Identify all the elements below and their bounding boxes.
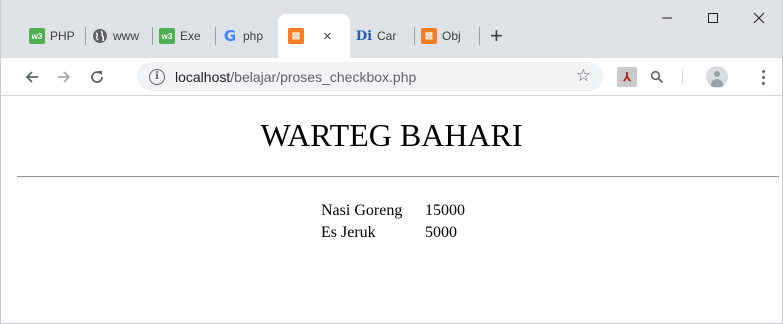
item-name: Es Jeruk: [321, 224, 376, 241]
w3schools-icon: w3: [29, 28, 45, 44]
close-icon: [753, 12, 765, 24]
minimize-icon: [662, 17, 672, 19]
xampp-icon: ⊠: [421, 28, 437, 44]
tab-title: php: [243, 29, 264, 43]
reload-icon: [91, 71, 103, 83]
tab-car[interactable]: Di Car: [350, 20, 414, 52]
close-window-button[interactable]: [736, 0, 782, 36]
profile-avatar-icon[interactable]: [706, 66, 728, 88]
tab-title: Exe: [180, 29, 201, 43]
dicoding-icon: Di: [355, 28, 373, 44]
back-arrow-icon: [25, 71, 38, 83]
tab-title: PHP: [50, 29, 75, 43]
browser-window: w3 PHP www w3 Exe G php ⊠ × Di Car ⊠ Obj…: [0, 0, 783, 324]
back-button[interactable]: [19, 64, 45, 90]
tab-php-google[interactable]: G php: [216, 20, 278, 52]
page-title: WARTEG BAHARI: [260, 117, 523, 153]
tab-php[interactable]: w3 PHP: [23, 20, 85, 52]
info-icon[interactable]: i: [149, 68, 165, 85]
minimize-button[interactable]: [644, 0, 690, 36]
new-tab-button[interactable]: +: [490, 25, 503, 47]
table-row: Nasi Goreng 15000: [319, 200, 467, 222]
tab-obj[interactable]: ⊠ Obj: [415, 20, 479, 52]
tab-separator: [479, 27, 480, 45]
tab-close-icon[interactable]: ×: [323, 28, 332, 45]
tab-title: www: [113, 29, 139, 43]
tab-list: w3 PHP www w3 Exe G php ⊠ × Di Car ⊠ Obj…: [23, 14, 503, 58]
tab-active[interactable]: ⊠ ×: [278, 14, 350, 58]
url-text[interactable]: localhost/belajar/proses_checkbox.php: [175, 69, 416, 85]
search-extension-icon[interactable]: [647, 67, 667, 87]
w3schools-icon: w3: [159, 28, 175, 44]
maximize-button[interactable]: [690, 0, 736, 36]
tab-title: Car: [377, 29, 397, 43]
globe-icon: [92, 28, 108, 44]
xampp-icon: ⊠: [288, 28, 304, 44]
divider: [17, 176, 779, 178]
window-controls: [644, 0, 782, 36]
item-price: 15000: [425, 202, 465, 219]
forward-button[interactable]: [51, 64, 77, 90]
forward-arrow-icon: [58, 71, 71, 83]
pdf-extension-icon[interactable]: ⅄: [617, 67, 637, 87]
maximize-icon: [708, 13, 718, 23]
table-row: Es Jeruk 5000: [319, 222, 467, 244]
bookmark-star-icon[interactable]: ☆: [576, 66, 591, 86]
tab-strip: w3 PHP www w3 Exe G php ⊠ × Di Car ⊠ Obj…: [1, 0, 782, 58]
page-content: WARTEG BAHARI Nasi Goreng 15000 Es Jeruk…: [1, 97, 782, 323]
item-name: Nasi Goreng: [321, 202, 403, 219]
toolbar-separator: [682, 69, 683, 85]
address-bar[interactable]: i localhost/belajar/proses_checkbox.php …: [137, 62, 603, 91]
toolbar: i localhost/belajar/proses_checkbox.php …: [1, 58, 782, 96]
menu-kebab-icon[interactable]: [753, 65, 773, 89]
tab-title: Obj: [442, 29, 461, 43]
item-price: 5000: [425, 224, 457, 241]
order-table: Nasi Goreng 15000 Es Jeruk 5000: [319, 200, 467, 244]
google-icon: G: [223, 27, 237, 45]
url-path: /belajar/proses_checkbox.php: [230, 68, 417, 85]
url-host: localhost: [175, 68, 231, 85]
tab-exe[interactable]: w3 Exe: [153, 20, 215, 52]
tab-www[interactable]: www: [86, 20, 152, 52]
reload-button[interactable]: [84, 64, 110, 90]
